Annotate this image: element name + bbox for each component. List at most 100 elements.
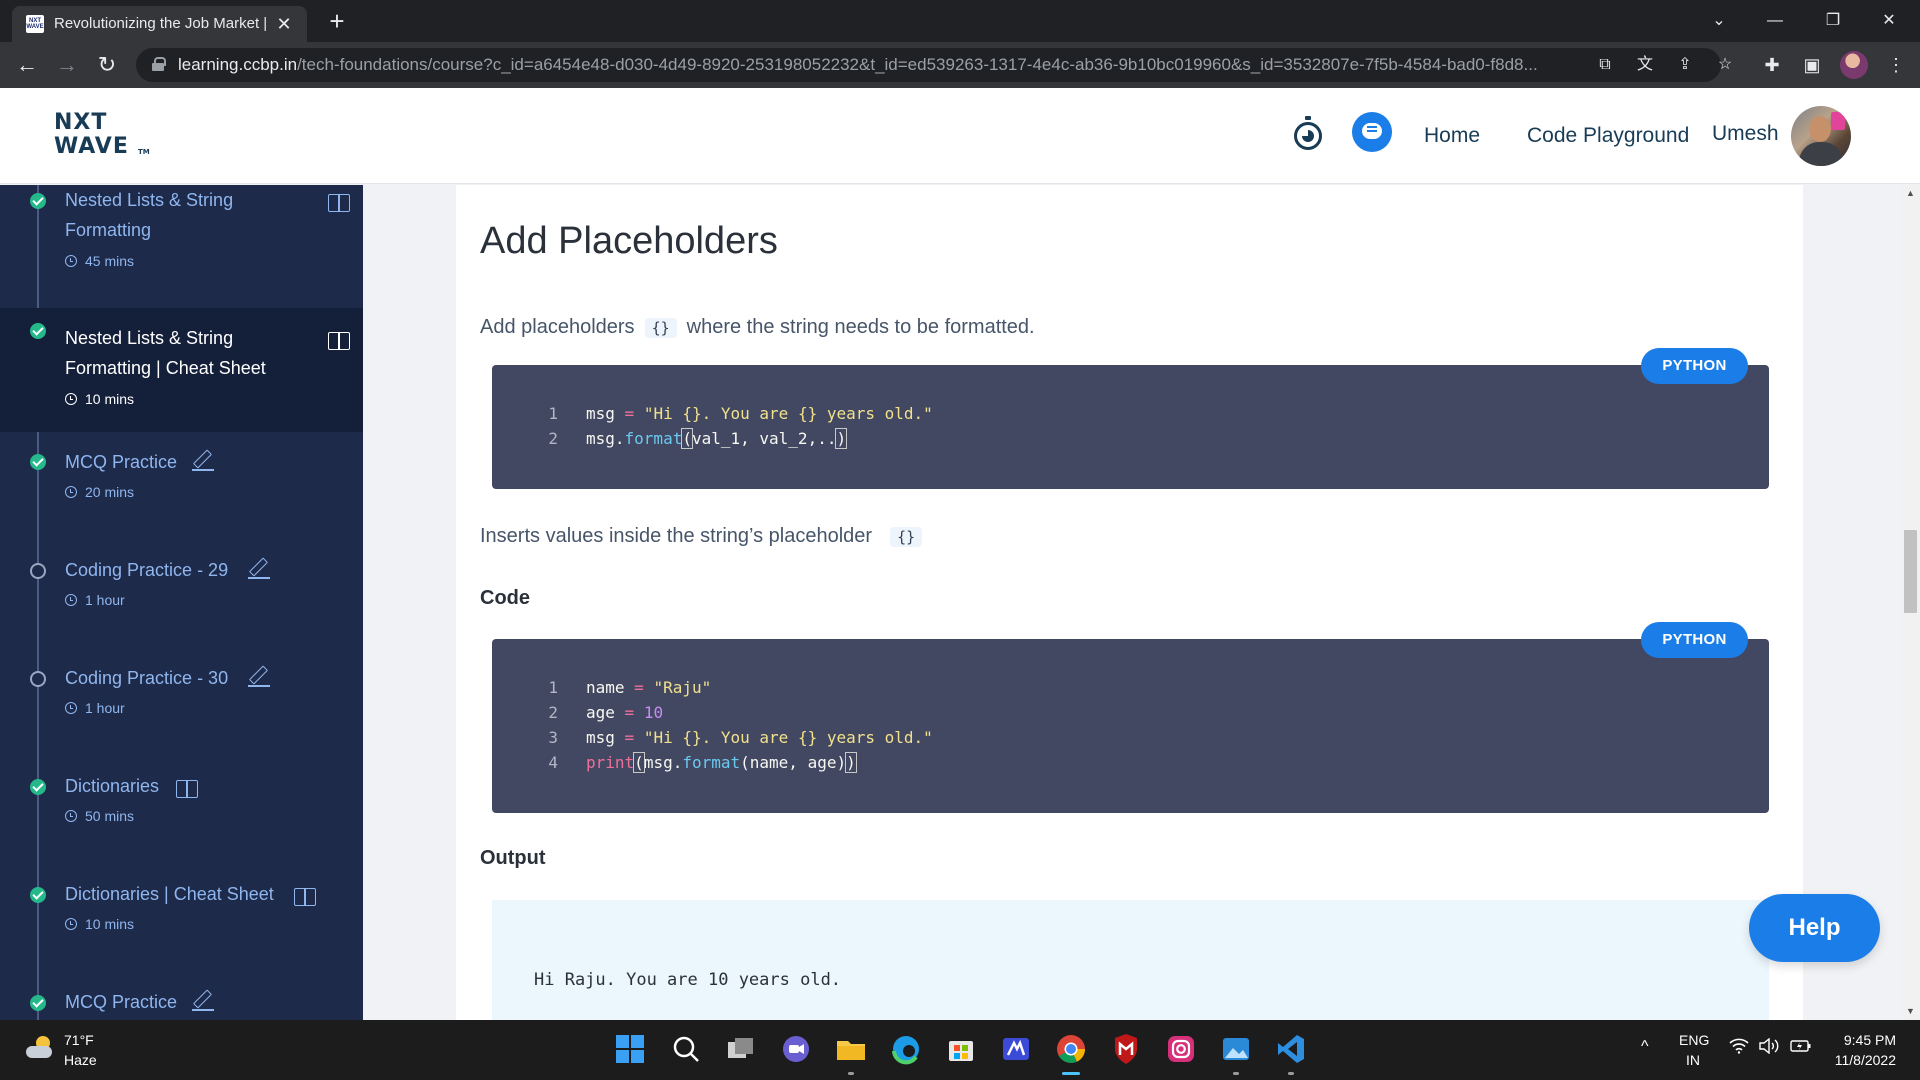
user-avatar[interactable] bbox=[1791, 106, 1851, 166]
pencil-icon bbox=[192, 990, 214, 1011]
not-started-circle-icon bbox=[30, 563, 46, 579]
sidebar-item-title: Dictionaries | Cheat Sheet bbox=[65, 884, 274, 904]
close-tab-icon[interactable]: ✕ bbox=[273, 13, 295, 35]
chrome-icon[interactable] bbox=[1055, 1033, 1087, 1065]
new-tab-button[interactable]: + bbox=[323, 8, 351, 36]
forward-icon[interactable]: → bbox=[52, 50, 82, 80]
sidebar-item-title: Nested Lists & String Formatting | Cheat… bbox=[65, 328, 266, 378]
profile-avatar[interactable] bbox=[1840, 51, 1868, 79]
page-scrollbar[interactable]: ▲ ▼ bbox=[1901, 185, 1920, 1020]
url-text[interactable]: learning.ccbp.in/tech-foundations/course… bbox=[178, 55, 1578, 75]
completed-check-icon bbox=[30, 779, 46, 795]
vscode-icon[interactable] bbox=[1275, 1033, 1307, 1065]
scroll-up-arrow-icon[interactable]: ▲ bbox=[1901, 185, 1920, 202]
sidebar-item-duration: 20 mins bbox=[65, 484, 134, 500]
stopwatch-icon[interactable] bbox=[1293, 116, 1323, 152]
task-view-icon[interactable] bbox=[725, 1033, 757, 1065]
store-icon[interactable] bbox=[945, 1033, 977, 1065]
tab-search-icon[interactable]: ⌄ bbox=[1696, 6, 1742, 36]
minimize-button[interactable]: — bbox=[1752, 6, 1798, 36]
pencil-icon bbox=[248, 666, 270, 687]
file-explorer-icon[interactable] bbox=[835, 1033, 867, 1065]
book-icon bbox=[176, 780, 198, 798]
instagram-icon[interactable] bbox=[1165, 1033, 1197, 1065]
start-icon[interactable] bbox=[614, 1033, 646, 1065]
sidebar-item[interactable]: Coding Practice - 29 1 hour bbox=[0, 540, 363, 648]
extensions-icon[interactable]: ✚ bbox=[1758, 52, 1786, 78]
address-bar[interactable]: learning.ccbp.in/tech-foundations/course… bbox=[136, 48, 1732, 82]
browser-tab-strip: NXT WAVE Revolutionizing the Job Market … bbox=[0, 0, 1920, 42]
scroll-thumb[interactable] bbox=[1904, 530, 1917, 613]
paragraph-placeholders: Add placeholders{} where the string needs… bbox=[480, 316, 1035, 338]
sidebar-item[interactable]: Coding Practice - 30 1 hour bbox=[0, 648, 363, 756]
language-badge: PYTHON bbox=[1641, 622, 1748, 658]
open-in-new-icon[interactable]: ⧉ bbox=[1593, 54, 1617, 76]
code-block[interactable]: 1 msg = "Hi {}. You are {} years old." 2m… bbox=[492, 365, 1769, 489]
help-button[interactable]: Help bbox=[1749, 894, 1880, 962]
share-icon[interactable]: ⇪ bbox=[1673, 54, 1697, 76]
translate-icon[interactable]: 文 bbox=[1633, 54, 1657, 76]
clock-icon bbox=[65, 255, 77, 267]
volume-icon[interactable] bbox=[1758, 1037, 1780, 1059]
edge-icon[interactable] bbox=[890, 1033, 922, 1065]
browser-tab[interactable]: NXT WAVE Revolutionizing the Job Market … bbox=[12, 6, 307, 42]
back-icon[interactable]: ← bbox=[12, 50, 42, 80]
sidebar-item-duration: 50 mins bbox=[65, 808, 134, 824]
lock-icon[interactable] bbox=[152, 57, 166, 71]
photos-icon[interactable] bbox=[1220, 1033, 1252, 1065]
sidebar-item-title: Coding Practice - 30 bbox=[65, 668, 229, 688]
app-icon[interactable] bbox=[1000, 1033, 1032, 1065]
paragraph-inserts-values: Inserts values inside the string’s place… bbox=[480, 525, 932, 548]
sidebar-item[interactable]: Nested Lists & String Formatting 45 mins bbox=[0, 185, 363, 308]
running-indicator bbox=[848, 1072, 854, 1075]
sidepanel-icon[interactable]: ▣ bbox=[1798, 52, 1826, 78]
battery-icon[interactable] bbox=[1790, 1038, 1812, 1059]
book-icon bbox=[328, 194, 350, 212]
sidebar-item-duration: 1 hour bbox=[65, 700, 125, 716]
code-block[interactable]: 1 name = "Raju" 2 age = 10 3 msg = "Hi {}. … bbox=[492, 639, 1769, 813]
sidebar-item[interactable]: MCQ Practice 20 mins bbox=[0, 432, 363, 540]
user-name[interactable]: Umesh bbox=[1712, 122, 1779, 146]
clock-icon bbox=[65, 918, 77, 930]
star-icon[interactable]: ☆ bbox=[1713, 54, 1737, 76]
language-region[interactable]: IN bbox=[1686, 1052, 1700, 1068]
inline-code-chip: {} bbox=[644, 318, 677, 338]
tab-title: Revolutionizing the Job Market | bbox=[54, 15, 268, 32]
completed-check-icon bbox=[30, 995, 46, 1011]
chat-icon[interactable] bbox=[1352, 112, 1392, 152]
search-icon[interactable] bbox=[670, 1033, 702, 1065]
language-indicator[interactable]: ENG bbox=[1679, 1032, 1709, 1048]
teams-chat-icon[interactable] bbox=[780, 1033, 812, 1065]
sidebar-item[interactable]: Dictionaries 50 mins bbox=[0, 756, 363, 864]
clock-icon bbox=[65, 594, 77, 606]
scroll-down-arrow-icon[interactable]: ▼ bbox=[1901, 1003, 1920, 1020]
output-text: Hi Raju. You are 10 years old. bbox=[534, 970, 842, 990]
nav-home-link[interactable]: Home bbox=[1424, 124, 1480, 148]
clock-icon bbox=[65, 393, 77, 405]
chevron-up-icon[interactable]: ^ bbox=[1641, 1038, 1649, 1056]
wifi-icon[interactable] bbox=[1729, 1038, 1749, 1059]
sidebar-item-title: Nested Lists & String Formatting bbox=[65, 190, 234, 240]
book-icon bbox=[294, 888, 316, 906]
reload-icon[interactable]: ↻ bbox=[92, 50, 122, 80]
clock-date[interactable]: 11/8/2022 bbox=[1816, 1052, 1896, 1068]
clock-time[interactable]: 9:45 PM bbox=[1840, 1032, 1896, 1048]
nxtwave-logo[interactable]: NXT WAVE TM bbox=[54, 110, 154, 162]
sidebar-item-duration: 10 mins bbox=[65, 391, 134, 407]
pencil-icon bbox=[192, 450, 214, 471]
sidebar-item-duration: 1 hour bbox=[65, 592, 125, 608]
clock-icon bbox=[65, 702, 77, 714]
language-badge: PYTHON bbox=[1641, 348, 1748, 384]
close-window-button[interactable]: ✕ bbox=[1866, 6, 1912, 36]
sidebar-item[interactable]: Dictionaries | Cheat Sheet 10 mins bbox=[0, 864, 363, 972]
sidebar-item-active[interactable]: Nested Lists & String Formatting | Cheat… bbox=[0, 308, 363, 432]
weather-icon[interactable] bbox=[24, 1034, 54, 1062]
weather-description[interactable]: Haze bbox=[64, 1052, 97, 1068]
nav-code-playground-link[interactable]: Code Playground bbox=[1527, 124, 1689, 148]
sidebar-item[interactable]: MCQ Practice bbox=[0, 972, 363, 1020]
weather-temperature[interactable]: 71°F bbox=[64, 1032, 94, 1048]
mcafee-icon[interactable] bbox=[1110, 1033, 1142, 1065]
restore-button[interactable]: ❐ bbox=[1810, 6, 1856, 36]
menu-icon[interactable]: ⋮ bbox=[1882, 52, 1910, 78]
running-indicator bbox=[1288, 1072, 1294, 1075]
